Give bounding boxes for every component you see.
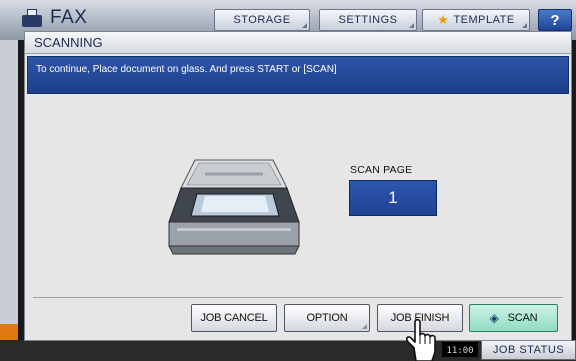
tab-template-label: TEMPLATE [453,14,515,26]
job-cancel-button[interactable]: JOB CANCEL [191,304,277,332]
corner-arrow-icon [409,23,414,28]
tab-template[interactable]: ★ TEMPLATE [422,9,530,31]
tab-settings-label: SETTINGS [338,14,398,26]
job-status-button[interactable]: JOB STATUS [481,340,576,360]
job-cancel-label: JOB CANCEL [200,312,268,324]
corner-arrow-icon [302,23,307,28]
scan-diamond-icon: ◈ [489,311,499,325]
corner-arrow-icon [522,23,527,28]
scanner-illustration [168,159,300,255]
scan-label: SCAN [507,312,538,324]
option-label: OPTION [306,312,348,324]
divider [33,297,563,298]
fax-icon [22,9,42,27]
tab-storage[interactable]: STORAGE [214,9,310,31]
app-title: FAX [22,6,87,30]
hand-pointer-icon [406,318,436,361]
instruction-message: To continue, Place document on glass. An… [27,56,569,94]
dialog-title: SCANNING [25,32,571,54]
app-title-text: FAX [50,7,88,28]
scanning-dialog: SCANNING To continue, Place document on … [24,31,572,341]
scan-page-count: 1 [349,180,437,216]
option-button[interactable]: OPTION [284,304,370,332]
status-indicator [0,324,18,340]
scan-button[interactable]: ◈ SCAN [469,304,558,332]
help-button[interactable]: ? [538,9,572,31]
corner-arrow-icon [362,324,367,329]
tab-storage-label: STORAGE [233,14,291,26]
scan-page-label: SCAN PAGE [350,164,413,176]
dialog-content: SCAN PAGE 1 [25,96,571,296]
tab-settings[interactable]: SETTINGS [319,9,417,31]
side-strip [0,40,18,340]
star-icon: ★ [437,12,450,27]
